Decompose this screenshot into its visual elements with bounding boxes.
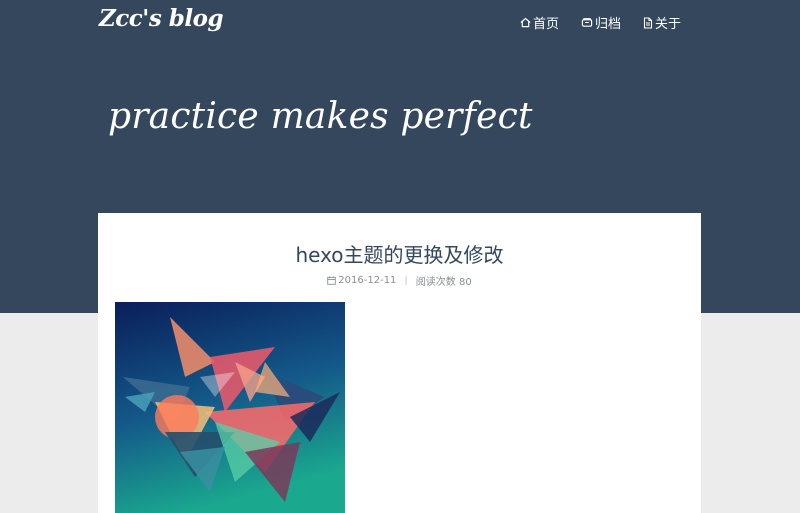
post-date: 2016-12-11: [338, 275, 397, 286]
site-brand[interactable]: Zcc's blog: [99, 5, 224, 32]
cover-artwork: [115, 302, 345, 513]
archive-icon: [581, 18, 593, 27]
nav-item-about[interactable]: 关于: [643, 13, 681, 32]
calendar-icon: [327, 276, 337, 285]
nav-label-about: 关于: [655, 17, 682, 32]
nav-label-home: 首页: [533, 17, 560, 32]
home-icon: [520, 17, 531, 28]
nav-item-home[interactable]: 首页: [520, 13, 559, 32]
post-cover-image[interactable]: [115, 302, 345, 513]
post-title[interactable]: hexo主题的更换及修改: [98, 239, 701, 268]
post-views: 阅读次数 80: [415, 277, 472, 288]
top-nav: 首页 归档 关于: [520, 13, 703, 32]
nav-label-archive: 归档: [595, 17, 622, 32]
document-icon: [643, 16, 653, 29]
site-slogan: practice makes perfect: [108, 96, 533, 137]
meta-divider: |: [404, 275, 408, 286]
post-meta: 2016-12-11 | 阅读次数 80: [98, 273, 701, 288]
post-card: hexo主题的更换及修改 2016-12-11 | 阅读次数 80: [98, 213, 701, 513]
nav-item-archive[interactable]: 归档: [581, 13, 621, 32]
